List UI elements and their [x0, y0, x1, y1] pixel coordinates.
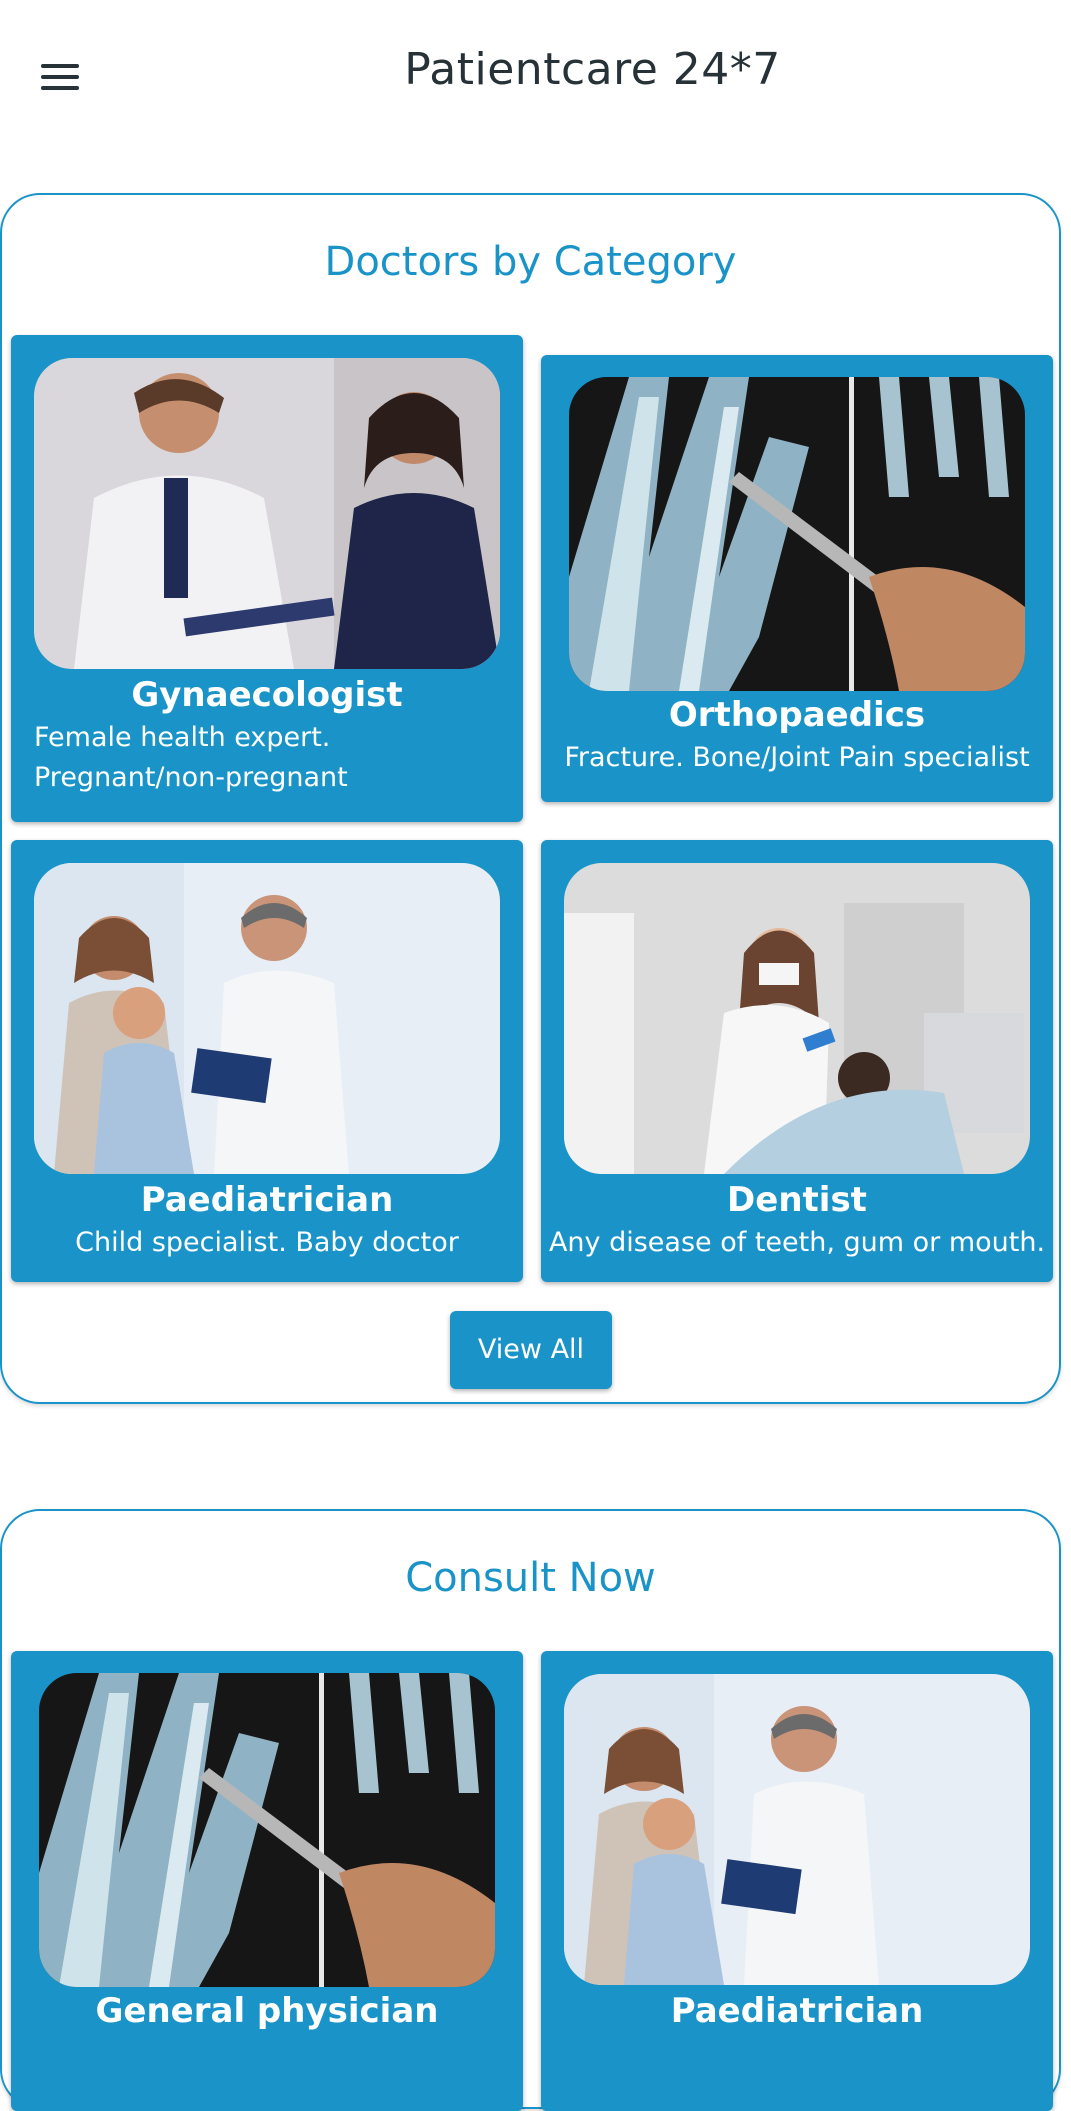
consult-card-paediatrician[interactable]: Paediatrician: [541, 1651, 1053, 2111]
dentist-with-patient-photo: [564, 863, 1030, 1174]
category-card-paediatrician[interactable]: Paediatrician Child specialist. Baby doc…: [11, 840, 523, 1282]
section-title: Consult Now: [405, 1555, 656, 1601]
hamburger-menu-icon[interactable]: [38, 60, 84, 94]
category-name: Orthopaedics: [668, 695, 926, 735]
category-name: Dentist: [727, 1180, 867, 1220]
category-description: Child specialist. Baby doctor: [75, 1227, 459, 1258]
category-name: Gynaecologist: [131, 675, 403, 715]
consult-card-general-physician[interactable]: General physician: [11, 1651, 523, 2111]
doctor-with-family-photo: [564, 1674, 1030, 1985]
consult-now-section: Consult Now General physician Paediatric…: [0, 1509, 1061, 2111]
app-header: Patientcare 24*7: [0, 0, 1071, 150]
section-title: Doctors by Category: [324, 239, 737, 285]
consult-name: General physician: [95, 1991, 439, 2031]
doctor-with-family-photo: [34, 863, 500, 1174]
category-description: Any disease of teeth, gum or mouth.: [548, 1227, 1046, 1258]
category-card-dentist[interactable]: Dentist Any disease of teeth, gum or mou…: [541, 840, 1053, 1282]
category-description: Female health expert. Pregnant/non-pregn…: [34, 722, 348, 793]
view-all-button[interactable]: View All: [450, 1311, 612, 1389]
consult-name: Paediatrician: [670, 1991, 924, 2031]
category-name: Paediatrician: [140, 1180, 394, 1220]
hand-xray-photo: [569, 377, 1025, 691]
category-description: Fracture. Bone/Joint Pain specialist: [564, 742, 1030, 773]
category-card-orthopaedics[interactable]: Orthopaedics Fracture. Bone/Joint Pain s…: [541, 355, 1053, 802]
doctors-by-category-section: Doctors by Category Gynaecologist Female…: [0, 193, 1061, 1404]
hand-xray-photo: [39, 1673, 495, 1987]
category-card-gynaecologist[interactable]: Gynaecologist Female health expert. Preg…: [11, 335, 523, 822]
app-title: Patientcare 24*7: [404, 44, 781, 95]
doctor-with-pregnant-woman-photo: [34, 358, 500, 669]
